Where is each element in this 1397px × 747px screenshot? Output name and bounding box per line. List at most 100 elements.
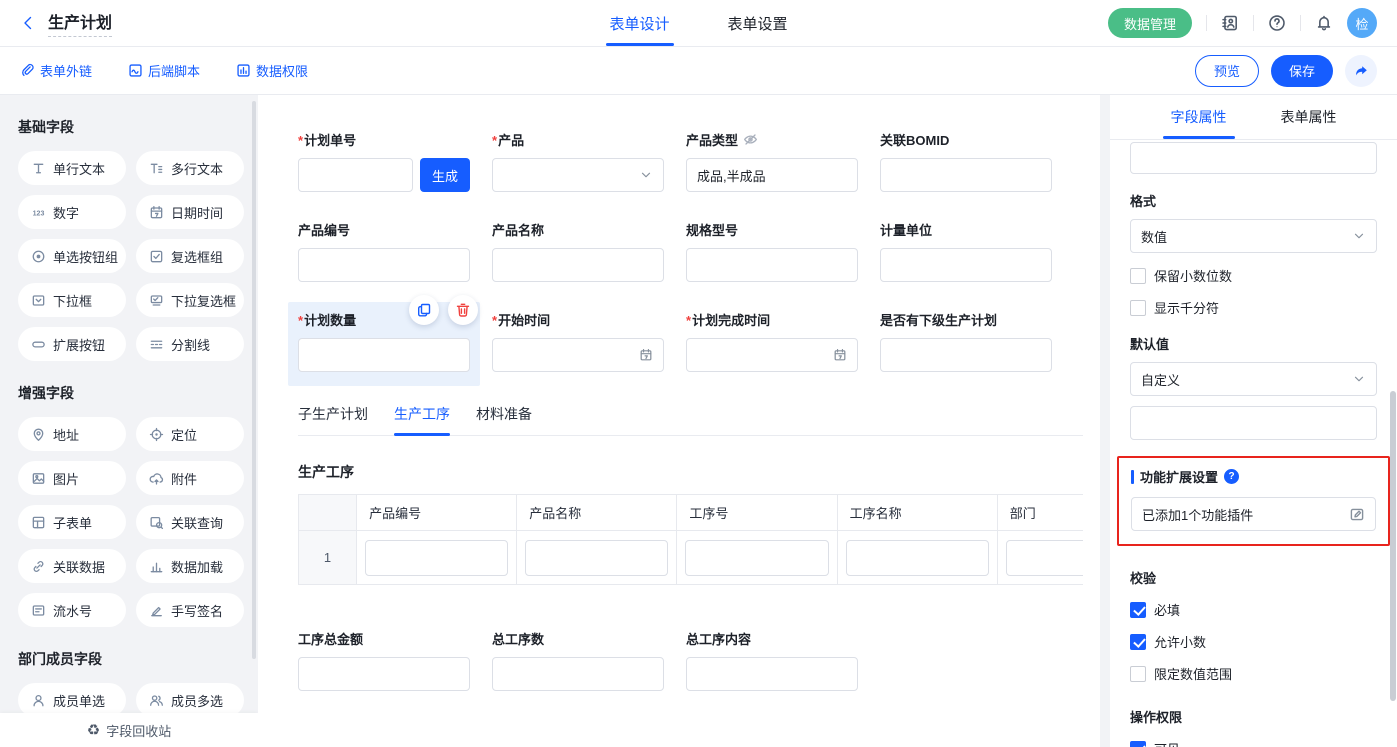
page-title[interactable]: 生产计划 bbox=[48, 9, 112, 37]
field-item-multi-select[interactable]: 下拉复选框 bbox=[136, 283, 244, 317]
plan-qty-input[interactable] bbox=[298, 338, 470, 372]
field-item-signature[interactable]: 手写签名 bbox=[136, 593, 244, 627]
total-process-count-input[interactable] bbox=[492, 657, 664, 691]
field-item-single-line-text[interactable]: 单行文本 bbox=[18, 151, 126, 185]
option-keep-decimals[interactable]: 保留小数位数 bbox=[1130, 266, 1377, 285]
total-process-content-input[interactable] bbox=[686, 657, 858, 691]
field-item-address[interactable]: 地址 bbox=[18, 417, 126, 451]
field-item-radio-group[interactable]: 单选按钮组 bbox=[18, 239, 126, 273]
field-spec-model[interactable]: 规格型号 bbox=[686, 220, 858, 282]
field-item-member-single[interactable]: 成员单选 bbox=[18, 683, 126, 717]
field-item-multi-line-text[interactable]: 多行文本 bbox=[136, 151, 244, 185]
copy-field-button[interactable] bbox=[409, 295, 439, 325]
field-item-subform[interactable]: 子表单 bbox=[18, 505, 126, 539]
address-book-icon[interactable] bbox=[1221, 14, 1239, 32]
cell-process-name-input[interactable] bbox=[846, 540, 989, 576]
process-total-amount-input[interactable] bbox=[298, 657, 470, 691]
generate-button[interactable]: 生成 bbox=[420, 158, 470, 192]
field-item-attachment[interactable]: 附件 bbox=[136, 461, 244, 495]
cell-department-input[interactable] bbox=[1006, 540, 1083, 576]
help-icon[interactable] bbox=[1268, 14, 1286, 32]
product-name-input[interactable] bbox=[492, 248, 664, 282]
bell-icon[interactable] bbox=[1315, 14, 1333, 32]
plan-no-input[interactable] bbox=[298, 158, 413, 192]
field-item-checkbox-group[interactable]: 复选框组 bbox=[136, 239, 244, 273]
cell-process-no-input[interactable] bbox=[685, 540, 828, 576]
save-button[interactable]: 保存 bbox=[1271, 55, 1333, 87]
field-product-type[interactable]: 产品类型 成品,半成品 bbox=[686, 130, 858, 192]
has-sub-plan-input[interactable] bbox=[880, 338, 1052, 372]
checkbox-thousands-separator[interactable] bbox=[1130, 300, 1146, 316]
option-visible[interactable]: 可见 bbox=[1130, 739, 1377, 747]
checkbox-limit-range[interactable] bbox=[1130, 666, 1146, 682]
avatar[interactable]: 检 bbox=[1347, 8, 1377, 38]
field-item-extension-button[interactable]: 扩展按钮 bbox=[18, 327, 126, 361]
extension-plugin-field[interactable]: 已添加1个功能插件 bbox=[1131, 497, 1376, 531]
cell-product-name-input[interactable] bbox=[525, 540, 668, 576]
tab-material-prep[interactable]: 材料准备 bbox=[476, 404, 532, 424]
option-thousands-separator[interactable]: 显示千分符 bbox=[1130, 298, 1377, 317]
field-product-code[interactable]: 产品编号 bbox=[298, 220, 470, 282]
field-unit[interactable]: 计量单位 bbox=[880, 220, 1052, 282]
field-item-linked-data[interactable]: 关联数据 bbox=[18, 549, 126, 583]
unit-input[interactable] bbox=[880, 248, 1052, 282]
start-time-input[interactable] bbox=[492, 338, 664, 372]
field-item-lookup-query[interactable]: 关联查询 bbox=[136, 505, 244, 539]
default-value-input[interactable] bbox=[1130, 406, 1377, 440]
field-item-select[interactable]: 下拉框 bbox=[18, 283, 126, 317]
tab-field-properties[interactable]: 字段属性 bbox=[1171, 95, 1227, 139]
checkbox-visible[interactable] bbox=[1130, 741, 1146, 747]
field-bom-id[interactable]: 关联BOMID bbox=[880, 130, 1052, 192]
field-item-member-multi[interactable]: 成员多选 bbox=[136, 683, 244, 717]
product-type-value[interactable]: 成品,半成品 bbox=[686, 158, 858, 192]
option-limit-range[interactable]: 限定数值范围 bbox=[1130, 664, 1377, 683]
cell-product-code-input[interactable] bbox=[365, 540, 508, 576]
tab-form-settings[interactable]: 表单设置 bbox=[728, 0, 788, 46]
field-item-image[interactable]: 图片 bbox=[18, 461, 126, 495]
data-manage-button[interactable]: 数据管理 bbox=[1108, 8, 1192, 38]
checkbox-allow-decimals[interactable] bbox=[1130, 634, 1146, 650]
panel-scrollbar[interactable] bbox=[1390, 391, 1396, 701]
finish-time-input[interactable] bbox=[686, 338, 858, 372]
field-plan-qty-selected[interactable]: *计划数量 bbox=[298, 310, 470, 372]
data-permission-link[interactable]: 数据权限 bbox=[236, 61, 308, 80]
field-item-datetime[interactable]: 日期时间 bbox=[136, 195, 244, 229]
sidebar-scrollbar[interactable] bbox=[252, 101, 256, 659]
tab-form-properties[interactable]: 表单属性 bbox=[1281, 95, 1337, 139]
field-total-process-count[interactable]: 总工序数 bbox=[492, 629, 664, 691]
backend-script-link[interactable]: 后端脚本 bbox=[128, 61, 200, 80]
question-circle-icon[interactable]: ? bbox=[1224, 469, 1239, 484]
field-title-input[interactable] bbox=[1130, 142, 1377, 174]
field-item-location[interactable]: 定位 bbox=[136, 417, 244, 451]
field-start-time[interactable]: *开始时间 bbox=[492, 310, 664, 372]
checkbox-required[interactable] bbox=[1130, 602, 1146, 618]
product-select[interactable] bbox=[492, 158, 664, 192]
field-item-number[interactable]: 123 数字 bbox=[18, 195, 126, 229]
field-item-divider[interactable]: 分割线 bbox=[136, 327, 244, 361]
field-process-total-amount[interactable]: 工序总金额 bbox=[298, 629, 470, 691]
edit-icon[interactable] bbox=[1349, 506, 1365, 522]
field-plan-no[interactable]: *计划单号 生成 bbox=[298, 130, 470, 192]
checkbox-keep-decimals[interactable] bbox=[1130, 268, 1146, 284]
share-button[interactable] bbox=[1345, 55, 1377, 87]
delete-field-button[interactable] bbox=[448, 295, 478, 325]
field-item-serial-number[interactable]: 流水号 bbox=[18, 593, 126, 627]
format-select[interactable]: 数值 bbox=[1130, 219, 1377, 253]
preview-button[interactable]: 预览 bbox=[1195, 55, 1259, 87]
tab-form-design[interactable]: 表单设计 bbox=[609, 0, 669, 46]
option-required[interactable]: 必填 bbox=[1130, 600, 1377, 619]
product-code-input[interactable] bbox=[298, 248, 470, 282]
option-allow-decimals[interactable]: 允许小数 bbox=[1130, 632, 1377, 651]
form-external-link[interactable]: 表单外链 bbox=[20, 61, 92, 80]
field-item-data-load[interactable]: 数据加载 bbox=[136, 549, 244, 583]
spec-model-input[interactable] bbox=[686, 248, 858, 282]
default-value-select[interactable]: 自定义 bbox=[1130, 362, 1377, 396]
field-product-name[interactable]: 产品名称 bbox=[492, 220, 664, 282]
field-has-sub-plan[interactable]: 是否有下级生产计划 bbox=[880, 310, 1052, 372]
tab-sub-production-plan[interactable]: 子生产计划 bbox=[298, 404, 368, 424]
bom-id-input[interactable] bbox=[880, 158, 1052, 192]
field-product[interactable]: *产品 bbox=[492, 130, 664, 192]
tab-production-process[interactable]: 生产工序 bbox=[394, 404, 450, 424]
field-finish-time[interactable]: *计划完成时间 bbox=[686, 310, 858, 372]
field-total-process-content[interactable]: 总工序内容 bbox=[686, 629, 858, 691]
